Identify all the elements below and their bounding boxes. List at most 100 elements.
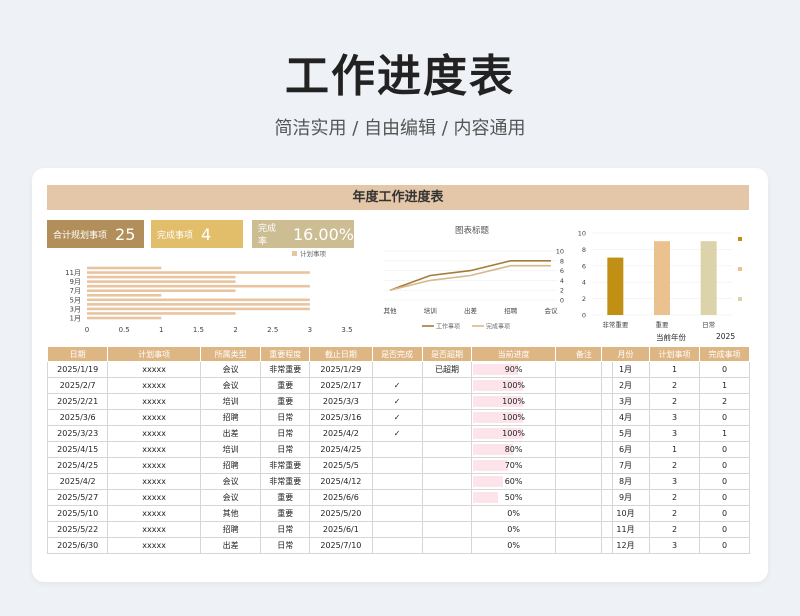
table-cell: xxxxx <box>107 537 201 554</box>
x-tick-label: 2 <box>233 326 237 334</box>
legend-label: 计划事项 <box>300 249 327 258</box>
table-cell: 100% <box>471 393 556 410</box>
bar-mark <box>87 316 162 320</box>
kpi-label: 合计规划事项 <box>53 230 108 241</box>
table-cell: 2025/1/19 <box>46 361 109 378</box>
kpi-label: 完成事项 <box>157 230 194 241</box>
table-cell: 非常重要 <box>260 361 311 378</box>
table-cell: 招聘 <box>199 409 262 426</box>
y-tick-label: 3月 <box>70 305 81 313</box>
bar-mark <box>654 241 670 315</box>
table-cell <box>371 489 423 506</box>
table-cell: xxxxx <box>107 505 201 522</box>
y-tick-label: 4 <box>582 279 586 287</box>
x-tick-label: 0.5 <box>119 326 130 334</box>
table-row: 2025/2/7 xxxxx 会议 重要 2025/2/17 ✓ 100% <box>46 377 614 394</box>
table-cell <box>371 521 423 538</box>
legend-swatch <box>738 237 742 241</box>
progress-bar <box>473 492 499 503</box>
column-header: 计划事项 <box>107 346 201 362</box>
bar-mark <box>87 275 236 279</box>
table-cell: 2025/4/2 <box>309 425 373 442</box>
table-cell <box>371 537 423 554</box>
table-cell: 2025/4/25 <box>309 441 373 458</box>
table-cell: 90% <box>471 361 556 378</box>
table-row: 2025/4/2 xxxxx 会议 非常重要 2025/4/12 60% <box>46 473 614 490</box>
table-cell: 1 <box>699 377 750 394</box>
progress-text: 0% <box>507 541 520 550</box>
table-cell: 0 <box>699 521 750 538</box>
column-header: 计划事项 <box>649 346 700 362</box>
table-cell: 50% <box>471 489 556 506</box>
x-tick-label: 其他 <box>384 306 398 315</box>
table-cell: xxxxx <box>107 377 201 394</box>
bar-mark <box>87 293 162 297</box>
table-cell: 3 <box>649 409 700 426</box>
progress-text: 60% <box>504 477 523 486</box>
progress-text: 100% <box>502 381 526 390</box>
chart-title: 图表标题 <box>455 225 490 236</box>
table-row: 11月 2 0 <box>601 521 750 538</box>
table-cell: 2025/2/21 <box>46 393 109 410</box>
table-cell: 0% <box>471 537 556 554</box>
column-header: 完成事项 <box>699 346 750 362</box>
bar-mark <box>700 241 717 315</box>
table-cell: 0% <box>471 521 556 538</box>
y-tick-label: 1月 <box>70 315 81 323</box>
kpi-label: 完成率 <box>258 224 277 247</box>
work-items-line-chart: 图表标题其他 培训 出差 招聘 会议工作事项 完成事项0246810 <box>384 225 565 331</box>
legend-swatch <box>738 267 742 271</box>
column-header: 是否超期 <box>421 346 473 362</box>
table-cell: 2025/3/6 <box>46 409 109 426</box>
table-row: 4月 3 0 <box>601 409 750 426</box>
table-cell: xxxxx <box>107 425 201 442</box>
table-row: 2025/5/10 xxxxx 其他 重要 2025/5/20 0% <box>46 505 614 522</box>
progress-text: 100% <box>502 429 526 438</box>
page-title: 工作进度表 <box>285 51 515 102</box>
table-cell: 0 <box>699 473 750 490</box>
table-cell: 2025/4/2 <box>46 473 109 490</box>
table-cell: 6月 <box>601 441 650 458</box>
table-cell: 2 <box>649 457 700 474</box>
table-cell: xxxxx <box>107 473 201 490</box>
table-cell: 培训 <box>199 441 262 458</box>
y-tick-label: 2 <box>582 295 586 303</box>
table-cell: xxxxx <box>107 457 201 474</box>
table-cell: 1 <box>649 441 700 458</box>
bar-mark <box>87 280 236 283</box>
table-cell: 招聘 <box>199 521 262 538</box>
table-cell: 2025/3/3 <box>309 393 373 410</box>
column-header: 当前进度 <box>471 346 556 362</box>
x-tick-label: 日常 <box>702 320 715 329</box>
table-cell: xxxxx <box>107 521 201 538</box>
column-header: 截止日期 <box>309 346 373 362</box>
table-cell: xxxxx <box>107 393 201 410</box>
table-cell: 2 <box>699 393 750 410</box>
x-tick-label: 出差 <box>464 306 478 315</box>
y-tick-label: 6 <box>582 262 586 270</box>
progress-bar <box>473 460 508 471</box>
table-cell: 已超期 <box>421 361 473 378</box>
table-cell: 会议 <box>199 473 262 490</box>
x-tick-label: 培训 <box>424 306 437 315</box>
table-cell: 日常 <box>260 537 311 554</box>
table-cell: 0 <box>699 505 750 522</box>
current-year-value: 2025 <box>716 332 736 341</box>
table-cell: ✓ <box>371 425 423 442</box>
table-cell: 12月 <box>601 537 650 554</box>
table-cell: 出差 <box>199 537 262 554</box>
table-cell: 2025/7/10 <box>309 537 373 554</box>
progress-text: 0% <box>507 525 520 534</box>
table-row: 7月 2 0 <box>601 457 750 474</box>
table-cell: 2025/3/23 <box>46 425 109 442</box>
table-cell: 2 <box>649 377 700 394</box>
x-tick-label: 1 <box>159 326 163 334</box>
table-cell: 0 <box>699 489 750 506</box>
table-cell: 0 <box>699 409 750 426</box>
table-cell: 2025/5/22 <box>46 521 109 538</box>
legend-label: 完成事项 <box>486 323 510 331</box>
bar-mark <box>607 257 624 315</box>
progress-text: 70% <box>504 461 523 470</box>
table-cell: 非常重要 <box>260 457 311 474</box>
table-row: 5月 3 1 <box>601 425 750 442</box>
